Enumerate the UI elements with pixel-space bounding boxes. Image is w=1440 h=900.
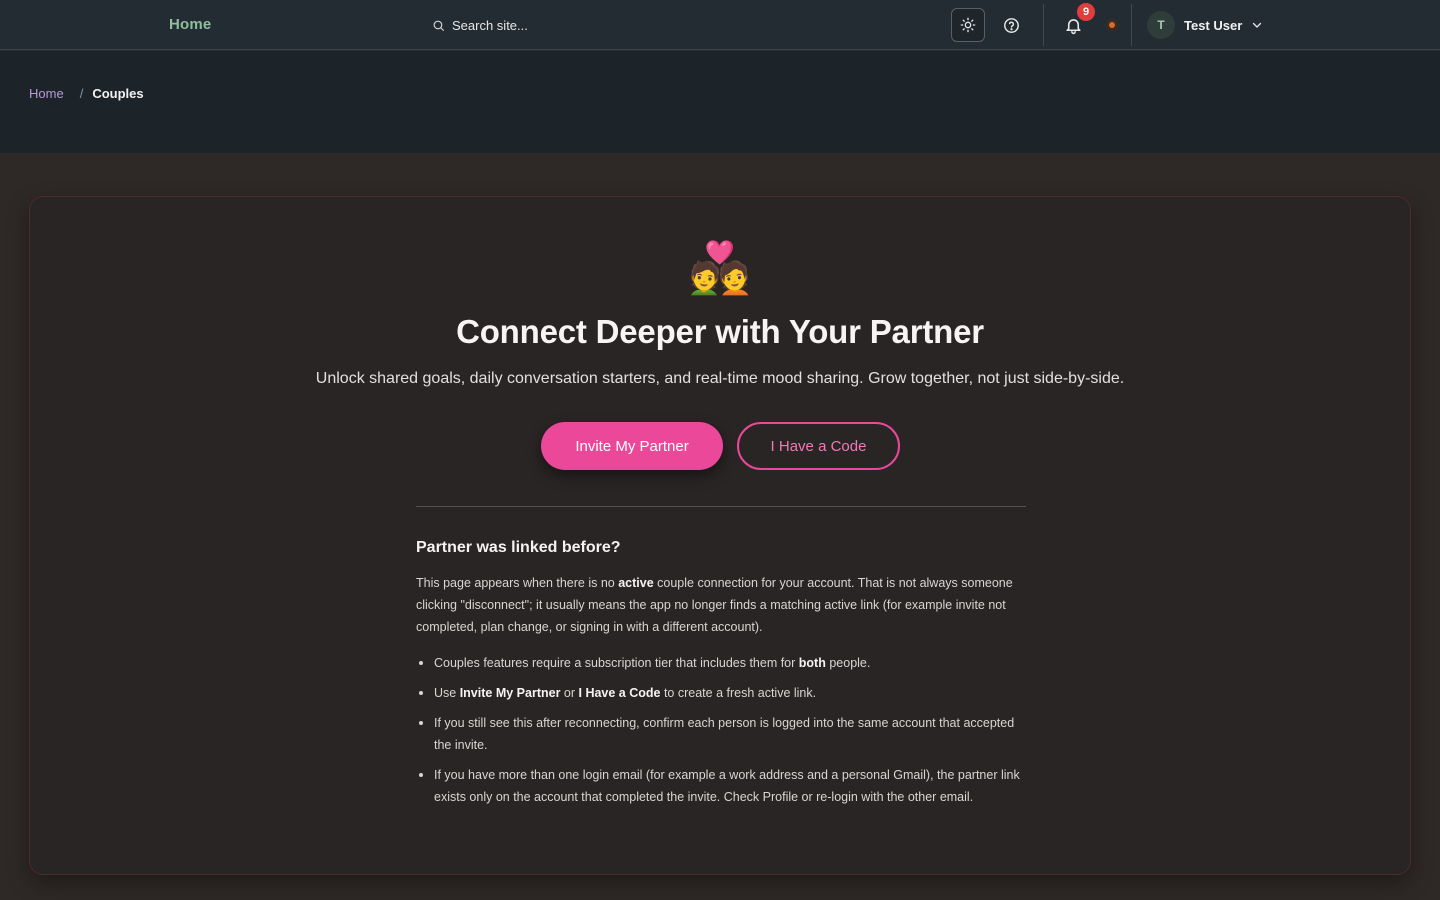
breadcrumb: Home / Couples [29, 86, 144, 101]
breadcrumb-band: Home / Couples [0, 51, 1440, 153]
list-item-bold: both [798, 656, 826, 670]
list-item-text: or [560, 686, 579, 700]
user-menu[interactable]: T Test User [1147, 11, 1263, 39]
couple-emoji: 💑 [688, 240, 752, 296]
list-item-text: Use [434, 686, 460, 700]
status-dot-icon[interactable] [1106, 19, 1118, 31]
avatar: T [1147, 11, 1175, 39]
couples-card: 💑 Connect Deeper with Your Partner Unloc… [29, 196, 1411, 875]
list-item: Use Invite My Partner or I Have a Code t… [419, 682, 1028, 704]
chevron-down-icon [1253, 22, 1262, 28]
list-item: If you still see this after reconnecting… [419, 712, 1028, 756]
list-item: Couples features require a subscription … [419, 652, 1028, 674]
search-bar[interactable]: Search site... [432, 16, 528, 34]
list-item-bold: I Have a Code [578, 686, 661, 700]
info-paragraph-bold: active [618, 576, 654, 590]
search-icon [433, 20, 444, 31]
sun-icon [960, 17, 976, 33]
help-button[interactable] [994, 8, 1028, 42]
top-navbar: Home Search site... 9 T Test User [0, 0, 1440, 50]
breadcrumb-current: Couples [92, 86, 144, 101]
search-placeholder[interactable]: Search site... [452, 18, 528, 33]
list-item-text: Couples features require a subscription … [434, 656, 799, 670]
user-name: Test User [1184, 17, 1243, 33]
notification-count-badge: 9 [1077, 3, 1095, 21]
topbar-divider [1043, 4, 1044, 46]
info-list: Couples features require a subscription … [419, 652, 1028, 816]
theme-toggle-button[interactable] [951, 8, 985, 42]
have-code-button[interactable]: I Have a Code [737, 422, 900, 470]
info-section-title: Partner was linked before? [416, 539, 621, 556]
page-title: Connect Deeper with Your Partner [456, 313, 984, 350]
list-item-bold: Invite My Partner [459, 686, 561, 700]
list-item-text: to create a fresh active link. [660, 686, 817, 700]
topbar-divider [1131, 4, 1132, 46]
breadcrumb-separator: / [79, 86, 84, 101]
page-subtitle: Unlock shared goals, daily conversation … [315, 370, 1125, 387]
invite-partner-button[interactable]: Invite My Partner [541, 422, 723, 470]
list-item: If you have more than one login email (f… [419, 764, 1028, 808]
list-item-text: people. [825, 656, 871, 670]
help-circle-icon [1003, 17, 1019, 33]
info-paragraph: This page appears when there is no activ… [416, 572, 1028, 638]
nav-home-link[interactable]: Home [169, 16, 211, 33]
info-paragraph-text: This page appears when there is no [416, 576, 619, 590]
breadcrumb-home-link[interactable]: Home [29, 86, 64, 101]
section-divider [416, 506, 1026, 507]
